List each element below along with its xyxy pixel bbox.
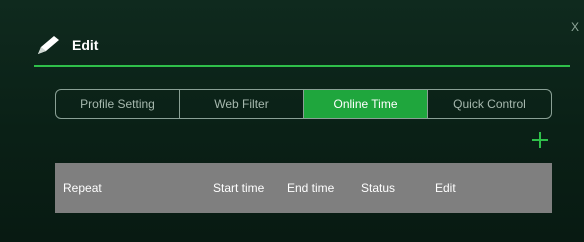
column-header-status: Status [361,181,396,195]
tab-online-time[interactable]: Online Time [304,90,428,118]
dialog-header: Edit [36,34,98,56]
tab-profile-setting[interactable]: Profile Setting [56,90,180,118]
tab-web-filter[interactable]: Web Filter [180,90,304,118]
column-header-edit: Edit [435,181,456,195]
header-divider [34,65,570,67]
tab-bar: Profile Setting Web Filter Online Time Q… [55,89,552,119]
edit-dialog: X Edit Profile Setting Web Filter Online… [0,0,584,242]
dialog-title: Edit [72,37,99,53]
column-header-repeat: Repeat [63,181,102,195]
close-button[interactable]: X [571,20,579,34]
column-header-end-time: End time [287,181,335,195]
pencil-icon [38,36,59,54]
add-rule-button[interactable] [532,132,548,148]
column-header-start-time: Start time [213,181,265,195]
tab-quick-control[interactable]: Quick Control [428,90,551,118]
table-header: Repeat Start time End time Status Edit [55,163,552,213]
